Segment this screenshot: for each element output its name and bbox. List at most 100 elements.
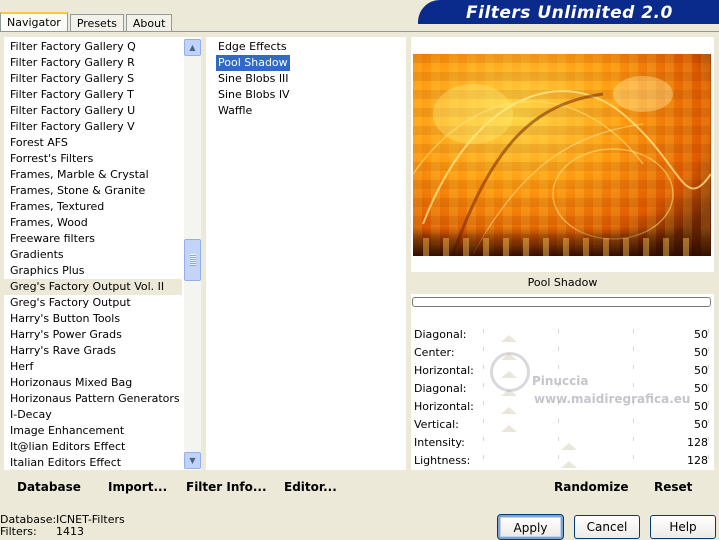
editor-button[interactable]: Editor... xyxy=(284,475,337,499)
category-item[interactable]: Filter Factory Gallery T xyxy=(4,87,182,103)
bottom-toolbar: Database Import... Filter Info... Editor… xyxy=(0,475,719,499)
help-button[interactable]: Help xyxy=(650,515,716,539)
category-item[interactable]: Forest AFS xyxy=(4,135,182,151)
filter-item[interactable]: Edge Effects xyxy=(216,39,289,55)
category-item[interactable]: Frames, Marble & Crystal xyxy=(4,167,182,183)
category-item[interactable]: Harry's Power Grads xyxy=(4,327,182,343)
slider-tick xyxy=(708,437,709,441)
slider-tick xyxy=(708,419,709,423)
parameter-value: 50 xyxy=(694,418,708,431)
filter-item[interactable]: Sine Blobs IV xyxy=(216,87,292,103)
slider-tick xyxy=(708,455,709,459)
category-item[interactable]: Italian Editors Effect xyxy=(4,455,182,471)
category-item[interactable]: Image Enhancement xyxy=(4,423,182,439)
category-item[interactable]: Forrest's Filters xyxy=(4,151,182,167)
parameter-value: 128 xyxy=(687,454,708,467)
parameter-slider[interactable]: Intensity: 128 xyxy=(411,434,714,452)
preview-graphic xyxy=(413,54,711,256)
database-button[interactable]: Database xyxy=(17,475,81,499)
filter-item[interactable]: Sine Blobs III xyxy=(216,71,291,87)
parameter-slider[interactable]: Diagonal: 50 xyxy=(411,380,714,398)
parameter-slider[interactable]: Horizontal: 50 xyxy=(411,398,714,416)
slider-tick xyxy=(633,365,634,369)
slider-thumb-icon[interactable] xyxy=(501,407,517,414)
filter-item[interactable]: Pool Shadow xyxy=(216,55,290,71)
slider-tick xyxy=(483,419,484,423)
slider-tick xyxy=(633,419,634,423)
filter-item[interactable]: Waffle xyxy=(216,103,254,119)
parameter-value: 50 xyxy=(694,328,708,341)
tab-navigator[interactable]: Navigator xyxy=(0,12,68,32)
parameter-slider[interactable]: Vertical: 50 xyxy=(411,416,714,434)
slider-thumb-icon[interactable] xyxy=(561,461,577,468)
parameter-label: Horizontal: xyxy=(414,400,474,413)
category-item[interactable]: Greg's Factory Output Vol. II xyxy=(4,279,182,295)
category-item[interactable]: Harry's Rave Grads xyxy=(4,343,182,359)
category-scrollbar[interactable]: ▲ ▼ xyxy=(184,39,201,469)
tab-presets[interactable]: Presets xyxy=(69,14,124,32)
parameter-slider[interactable]: Lightness: 128 xyxy=(411,452,714,470)
reset-button[interactable]: Reset xyxy=(654,475,692,499)
category-item[interactable]: Filter Factory Gallery V xyxy=(4,119,182,135)
tab-divider xyxy=(0,31,719,32)
category-item[interactable]: Filter Factory Gallery U xyxy=(4,103,182,119)
category-item[interactable]: It@lian Editors Effect xyxy=(4,439,182,455)
slider-tick xyxy=(558,365,559,369)
scroll-thumb[interactable] xyxy=(184,239,201,281)
slider-tick xyxy=(558,383,559,387)
category-item[interactable]: Graphics Plus xyxy=(4,263,182,279)
category-item[interactable]: Horizonaus Mixed Bag xyxy=(4,375,182,391)
slider-thumb-icon[interactable] xyxy=(501,353,517,360)
category-item[interactable]: Frames, Textured xyxy=(4,199,182,215)
category-item[interactable]: Herf xyxy=(4,359,182,375)
parameter-slider[interactable]: Center: 50 xyxy=(411,344,714,362)
parameter-slider[interactable]: Diagonal: 50 xyxy=(411,326,714,344)
slider-tick xyxy=(483,437,484,441)
category-item[interactable]: Gradients xyxy=(4,247,182,263)
slider-tick xyxy=(483,347,484,351)
category-item[interactable]: Harry's Button Tools xyxy=(4,311,182,327)
chevron-up-icon: ▲ xyxy=(189,43,196,52)
slider-tick xyxy=(558,455,559,459)
slider-tick xyxy=(708,383,709,387)
slider-tick xyxy=(633,437,634,441)
category-item[interactable]: Frames, Wood xyxy=(4,215,182,231)
category-item[interactable]: Greg's Factory Output xyxy=(4,295,182,311)
apply-button[interactable]: Apply xyxy=(497,514,564,540)
tab-about[interactable]: About xyxy=(125,14,173,32)
category-item[interactable]: Horizonaus Pattern Generators xyxy=(4,391,182,407)
slider-tick xyxy=(633,401,634,405)
grip-icon xyxy=(190,254,196,266)
slider-thumb-icon[interactable] xyxy=(561,443,577,450)
slider-tick xyxy=(633,347,634,351)
filter-info-button[interactable]: Filter Info... xyxy=(186,475,267,499)
slider-thumb-icon[interactable] xyxy=(501,371,517,378)
slider-thumb-icon[interactable] xyxy=(501,335,517,342)
parameter-label: Diagonal: xyxy=(414,382,467,395)
status-area: Database: ICNET-Filters Filters: 1413 xyxy=(0,514,125,538)
category-item[interactable]: I-Decay xyxy=(4,407,182,423)
slider-tick xyxy=(558,347,559,351)
scroll-up-button[interactable]: ▲ xyxy=(184,39,201,56)
scroll-down-button[interactable]: ▼ xyxy=(184,452,201,469)
category-item[interactable]: Filter Factory Gallery Q xyxy=(4,39,182,55)
randomize-button[interactable]: Randomize xyxy=(554,475,628,499)
parameter-value: 50 xyxy=(694,346,708,359)
chevron-down-icon: ▼ xyxy=(189,456,196,465)
parameter-label: Vertical: xyxy=(414,418,459,431)
slider-thumb-icon[interactable] xyxy=(501,389,517,396)
category-item[interactable]: Frames, Stone & Granite xyxy=(4,183,182,199)
slider-tick xyxy=(708,347,709,351)
cancel-button[interactable]: Cancel xyxy=(574,515,640,539)
filter-list-panel: Edge Effects Pool Shadow Sine Blobs III Sin… xyxy=(206,37,406,470)
import-button[interactable]: Import... xyxy=(108,475,167,499)
parameter-slider[interactable]: Horizontal: 50 xyxy=(411,362,714,380)
category-item[interactable]: Filter Factory Gallery S xyxy=(4,71,182,87)
category-item[interactable]: Filter Factory Gallery R xyxy=(4,55,182,71)
parameter-label: Center: xyxy=(414,346,455,359)
category-item[interactable]: Freeware filters xyxy=(4,231,182,247)
slider-tick xyxy=(558,419,559,423)
slider-thumb-icon[interactable] xyxy=(501,425,517,432)
slider-tick xyxy=(483,329,484,333)
parameter-label: Intensity: xyxy=(414,436,465,449)
